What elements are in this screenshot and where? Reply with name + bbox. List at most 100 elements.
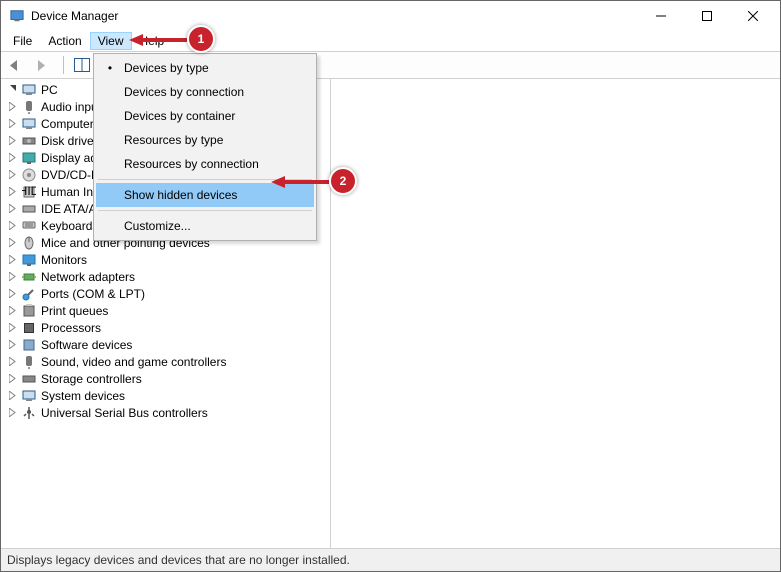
menu-action[interactable]: Action [40,32,89,50]
tree-category-label: Monitors [41,253,87,267]
tree-category-label: Disk drives [41,134,100,148]
tree-category[interactable]: Ports (COM & LPT) [3,285,328,302]
app-icon [9,8,25,24]
expand-icon[interactable] [7,322,19,334]
expand-icon[interactable] [7,288,19,300]
menu-item[interactable]: •Devices by type [96,56,314,80]
window-root: Device Manager File Action View Help ? [0,0,781,572]
expand-icon[interactable] [7,152,19,164]
menu-item-label: Devices by container [120,109,235,123]
menu-file[interactable]: File [5,32,40,50]
device-category-icon [21,337,37,353]
menu-item[interactable]: Customize... [96,214,314,238]
tree-category[interactable]: Print queues [3,302,328,319]
expand-icon[interactable] [7,390,19,402]
device-category-icon [21,99,37,115]
tree-category-label: Sound, video and game controllers [41,355,226,369]
expand-icon[interactable] [7,84,19,96]
titlebar: Device Manager [1,1,780,31]
device-category-icon [21,269,37,285]
tree-category[interactable]: Monitors [3,251,328,268]
menu-item-label: Show hidden devices [120,188,237,202]
tree-category-label: Storage controllers [41,372,142,386]
expand-icon[interactable] [7,203,19,215]
tree-root-label: PC [41,83,58,97]
menu-separator [98,210,312,211]
expand-icon[interactable] [7,305,19,317]
menu-view[interactable]: View [90,32,132,50]
device-category-icon [21,201,37,217]
tree-category[interactable]: Software devices [3,336,328,353]
back-button[interactable] [5,54,29,76]
tree-category-label: Keyboards [41,219,98,233]
menu-item[interactable]: Devices by connection [96,80,314,104]
menu-bullet-icon: • [100,61,120,75]
device-category-icon [21,133,37,149]
menu-item-label: Resources by connection [120,157,259,171]
statusbar: Displays legacy devices and devices that… [1,549,780,571]
tree-category[interactable]: Network adapters [3,268,328,285]
expand-icon[interactable] [7,254,19,266]
tree-category-label: Computer [41,117,94,131]
device-category-icon [21,388,37,404]
expand-icon[interactable] [7,407,19,419]
device-category-icon [21,320,37,336]
device-category-icon [21,286,37,302]
menu-item-label: Resources by type [120,133,223,147]
detail-pane-button[interactable] [70,54,94,76]
device-category-icon [21,150,37,166]
view-menu-dropdown: •Devices by type Devices by connection Dev… [93,53,317,241]
expand-icon[interactable] [7,101,19,113]
minimize-button[interactable] [638,1,684,31]
device-category-icon: HID [21,184,37,200]
tree-category[interactable]: Storage controllers [3,370,328,387]
expand-icon[interactable] [7,271,19,283]
menu-item-label: Devices by connection [120,85,244,99]
menu-item[interactable]: Resources by type [96,128,314,152]
device-category-icon [21,235,37,251]
expand-icon[interactable] [7,373,19,385]
tree-category[interactable]: System devices [3,387,328,404]
menu-item[interactable]: Devices by container [96,104,314,128]
expand-icon[interactable] [7,118,19,130]
tree-category[interactable]: Sound, video and game controllers [3,353,328,370]
tree-category-label: Software devices [41,338,132,352]
forward-button[interactable] [33,54,57,76]
device-category-icon [21,167,37,183]
tree-category-label: Print queues [41,304,108,318]
tree-category[interactable]: Processors [3,319,328,336]
window-buttons [638,1,776,31]
computer-icon [21,82,37,98]
device-category-icon [21,354,37,370]
tree-category[interactable]: Universal Serial Bus controllers [3,404,328,421]
menu-item-label: Devices by type [120,61,209,75]
menu-item-label: Customize... [120,219,191,233]
expand-icon[interactable] [7,135,19,147]
expand-icon[interactable] [7,186,19,198]
annotation-arrow-2 [271,173,331,191]
close-button[interactable] [730,1,776,31]
expand-icon[interactable] [7,220,19,232]
annotation-callout-2: 2 [329,167,357,195]
device-category-icon [21,218,37,234]
tree-category-label: System devices [41,389,125,403]
toolbar-separator [63,56,64,74]
device-category-icon [21,303,37,319]
tree-category-label: Network adapters [41,270,135,284]
annotation-arrow-1 [129,31,189,49]
expand-icon[interactable] [7,169,19,181]
device-category-icon [21,405,37,421]
expand-icon[interactable] [7,237,19,249]
tree-category-label: Universal Serial Bus controllers [41,406,208,420]
menubar: File Action View Help [1,31,780,51]
annotation-callout-1: 1 [187,25,215,53]
status-text: Displays legacy devices and devices that… [7,553,350,567]
svg-text:HID: HID [22,185,36,198]
tree-category-label: Processors [41,321,101,335]
expand-icon[interactable] [7,339,19,351]
expand-icon[interactable] [7,356,19,368]
window-title: Device Manager [31,9,638,23]
maximize-button[interactable] [684,1,730,31]
device-category-icon [21,371,37,387]
tree-category-label: Ports (COM & LPT) [41,287,145,301]
